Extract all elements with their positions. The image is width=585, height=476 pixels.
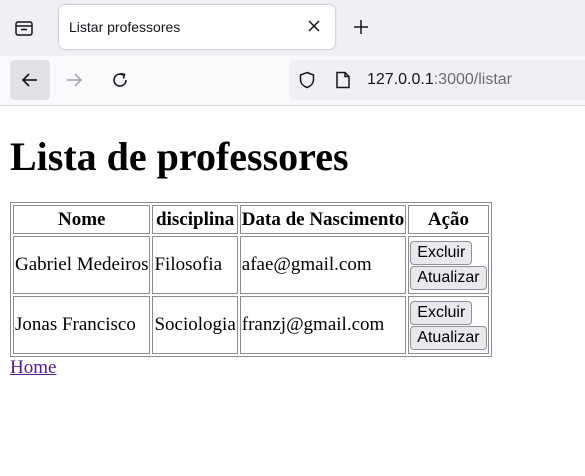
shield-icon[interactable] — [298, 71, 316, 89]
forward-arrow-icon[interactable] — [54, 60, 94, 100]
cell-nome: Jonas Francisco — [13, 296, 151, 354]
column-header: disciplina — [152, 205, 238, 234]
cell-data: franzj@gmail.com — [239, 296, 407, 354]
table-row: Gabriel Medeiros Filosofia afae@gmail.co… — [13, 236, 489, 294]
url-path: :3000/listar — [433, 71, 512, 88]
column-header: Nome — [13, 205, 151, 234]
navigation-bar: 127.0.0.1:3000/listar — [0, 56, 585, 106]
url-host: 127.0.0.1 — [367, 71, 434, 88]
table-row: Jonas Francisco Sociologia franzj@gmail.… — [13, 296, 489, 354]
update-button[interactable]: Atualizar — [410, 325, 487, 350]
update-button[interactable]: Atualizar — [410, 265, 487, 290]
column-header: Ação — [408, 205, 489, 234]
back-arrow-icon[interactable] — [10, 60, 50, 100]
home-link[interactable]: Home — [10, 357, 56, 379]
delete-button[interactable]: Excluir — [410, 300, 473, 325]
page-icon[interactable] — [334, 71, 352, 89]
page-title: Lista de professores — [10, 134, 349, 179]
browser-tab[interactable]: Listar professores — [59, 5, 335, 49]
cell-actions: Excluir Atualizar — [408, 236, 489, 294]
new-tab-plus-icon[interactable] — [351, 17, 371, 37]
cell-nome: Gabriel Medeiros — [13, 236, 151, 294]
tab-bar: Listar professores — [0, 0, 585, 56]
table-header-row: Nome disciplina Data de Nascimento Ação — [13, 205, 489, 234]
address-bar[interactable]: 127.0.0.1:3000/listar — [289, 60, 585, 100]
cell-data: afae@gmail.com — [239, 236, 407, 294]
column-header: Data de Nascimento — [239, 205, 407, 234]
professors-table: Nome disciplina Data de Nascimento Ação … — [10, 202, 492, 357]
tab-list-icon[interactable] — [12, 16, 36, 40]
cell-disciplina: Filosofia — [152, 236, 238, 294]
delete-button[interactable]: Excluir — [410, 240, 473, 265]
url-text: 127.0.0.1:3000/listar — [367, 71, 512, 89]
page-content: Lista de professores Nome disciplina Dat… — [10, 106, 575, 379]
cell-disciplina: Sociologia — [152, 296, 238, 354]
close-icon[interactable] — [306, 18, 322, 34]
tab-title: Listar professores — [69, 19, 181, 35]
reload-icon[interactable] — [100, 60, 140, 100]
cell-actions: Excluir Atualizar — [408, 296, 489, 354]
